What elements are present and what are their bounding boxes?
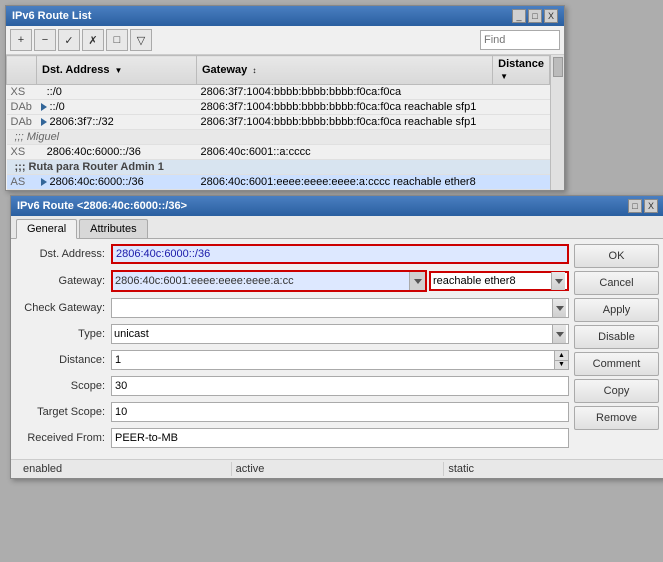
chevron-down-icon xyxy=(414,279,422,284)
dst-address-group: Dst. Address: xyxy=(16,244,569,264)
route-list-controls: _ □ X xyxy=(512,9,558,23)
type-select[interactable]: unicast xyxy=(111,324,569,344)
table-row-category: ;;; Miguel xyxy=(7,130,550,145)
route-detail-titlebar: IPv6 Route <2806:40c:6000::/36> □ X xyxy=(11,196,663,216)
check-gateway-label: Check Gateway: xyxy=(16,302,111,314)
table-row[interactable]: DAb ::/0 2806:3f7:1004:bbbb:bbbb:bbbb:f0… xyxy=(7,100,550,115)
route-detail-close-button[interactable]: X xyxy=(644,199,658,213)
distance-group: Distance: ▲ ▼ xyxy=(16,350,569,370)
cancel-button[interactable]: ✗ xyxy=(82,29,104,51)
col-type[interactable] xyxy=(7,56,37,85)
copy-button[interactable]: □ xyxy=(106,29,128,51)
type-arrow[interactable] xyxy=(552,325,566,343)
chevron-down-icon-2 xyxy=(555,279,563,284)
scrollbar[interactable] xyxy=(550,55,564,190)
scope-input[interactable] xyxy=(111,376,569,396)
remove-button[interactable]: − xyxy=(34,29,56,51)
apply-button[interactable]: Apply xyxy=(574,298,659,322)
find-input[interactable] xyxy=(480,30,560,50)
gateway-label: Gateway: xyxy=(16,275,111,287)
received-from-label: Received From: xyxy=(16,432,111,444)
chevron-down-icon-4 xyxy=(556,332,564,337)
copy-button[interactable]: Copy xyxy=(574,379,659,403)
table-row[interactable]: DAb 2806:3f7::/32 2806:3f7:1004:bbbb:bbb… xyxy=(7,115,550,130)
remove-button[interactable]: Remove xyxy=(574,406,659,430)
distance-up-button[interactable]: ▲ xyxy=(555,351,568,361)
type-group: Type: unicast xyxy=(16,324,569,344)
route-detail-controls: □ X xyxy=(628,199,658,213)
check-gateway-group: Check Gateway: xyxy=(16,298,569,318)
gateway-suffix-select[interactable]: reachable ether8 xyxy=(429,271,569,291)
form-left: Dst. Address: Gateway: reachable ether8 xyxy=(16,244,569,454)
check-gateway-select[interactable] xyxy=(111,298,569,318)
target-scope-input[interactable] xyxy=(111,402,569,422)
form-right: OK Cancel Apply Disable Comment Copy Rem… xyxy=(569,244,659,454)
maximize-button[interactable]: □ xyxy=(528,9,542,23)
col-gateway[interactable]: Gateway ↕ xyxy=(197,56,493,85)
gateway-suffix-arrow[interactable] xyxy=(551,272,565,290)
add-button[interactable]: + xyxy=(10,29,32,51)
route-detail-title: IPv6 Route <2806:40c:6000::/36> xyxy=(17,200,187,212)
route-table: Dst. Address ▼ Gateway ↕ Distance ▼ XS :… xyxy=(6,55,550,190)
route-list-title: IPv6 Route List xyxy=(12,10,91,22)
tab-general[interactable]: General xyxy=(16,219,77,239)
distance-label: Distance: xyxy=(16,354,111,366)
route-detail-window: IPv6 Route <2806:40c:6000::/36> □ X Gene… xyxy=(10,195,663,479)
comment-button[interactable]: Comment xyxy=(574,352,659,376)
minimize-button[interactable]: _ xyxy=(512,9,526,23)
disable-button[interactable]: Disable xyxy=(574,325,659,349)
dst-address-input[interactable] xyxy=(111,244,569,264)
route-list-window: IPv6 Route List _ □ X + − ✓ ✗ □ ▽ Dst. A… xyxy=(5,5,565,191)
close-button[interactable]: X xyxy=(544,9,558,23)
cancel-button[interactable]: Cancel xyxy=(574,271,659,295)
chevron-down-icon-3 xyxy=(556,306,564,311)
gateway-suffix-value: reachable ether8 xyxy=(433,275,516,287)
col-distance[interactable]: Distance ▼ xyxy=(493,56,550,85)
check-button[interactable]: ✓ xyxy=(58,29,80,51)
dst-address-label: Dst. Address: xyxy=(16,248,111,260)
target-scope-label: Target Scope: xyxy=(16,406,111,418)
gateway-input[interactable] xyxy=(113,272,407,290)
type-label: Type: xyxy=(16,328,111,340)
table-row-section: ;;; Ruta para Router Admin 1 xyxy=(7,160,550,175)
route-detail-maximize-button[interactable]: □ xyxy=(628,199,642,213)
status-enabled: enabled xyxy=(19,462,232,476)
filter-button[interactable]: ▽ xyxy=(130,29,152,51)
gateway-group: Gateway: reachable ether8 xyxy=(16,270,569,292)
scroll-thumb[interactable] xyxy=(553,57,563,77)
tabs: General Attributes xyxy=(11,216,663,239)
table-row[interactable]: XS ::/0 2806:3f7:1004:bbbb:bbbb:bbbb:f0c… xyxy=(7,85,550,100)
distance-input[interactable] xyxy=(112,351,554,369)
distance-down-button[interactable]: ▼ xyxy=(555,361,568,370)
ok-button[interactable]: OK xyxy=(574,244,659,268)
received-from-group: Received From: xyxy=(16,428,569,448)
table-row-selected[interactable]: AS 2806:40c:6000::/36 2806:40c:6001:eeee… xyxy=(7,175,550,190)
form-area: Dst. Address: Gateway: reachable ether8 xyxy=(11,239,663,459)
scope-group: Scope: xyxy=(16,376,569,396)
toolbar: + − ✓ ✗ □ ▽ xyxy=(6,26,564,55)
col-dst[interactable]: Dst. Address ▼ xyxy=(37,56,197,85)
status-static: static xyxy=(444,462,656,476)
route-list-titlebar: IPv6 Route List _ □ X xyxy=(6,6,564,26)
status-bar: enabled active static xyxy=(11,459,663,478)
check-gateway-arrow[interactable] xyxy=(552,299,566,317)
received-from-input[interactable] xyxy=(111,428,569,448)
status-active: active xyxy=(232,462,445,476)
target-scope-group: Target Scope: xyxy=(16,402,569,422)
gateway-dropdown-arrow[interactable] xyxy=(409,272,425,290)
type-value: unicast xyxy=(114,328,149,340)
tab-attributes[interactable]: Attributes xyxy=(79,219,147,238)
scope-label: Scope: xyxy=(16,380,111,392)
table-row[interactable]: XS 2806:40c:6000::/36 2806:40c:6001::a:c… xyxy=(7,145,550,160)
